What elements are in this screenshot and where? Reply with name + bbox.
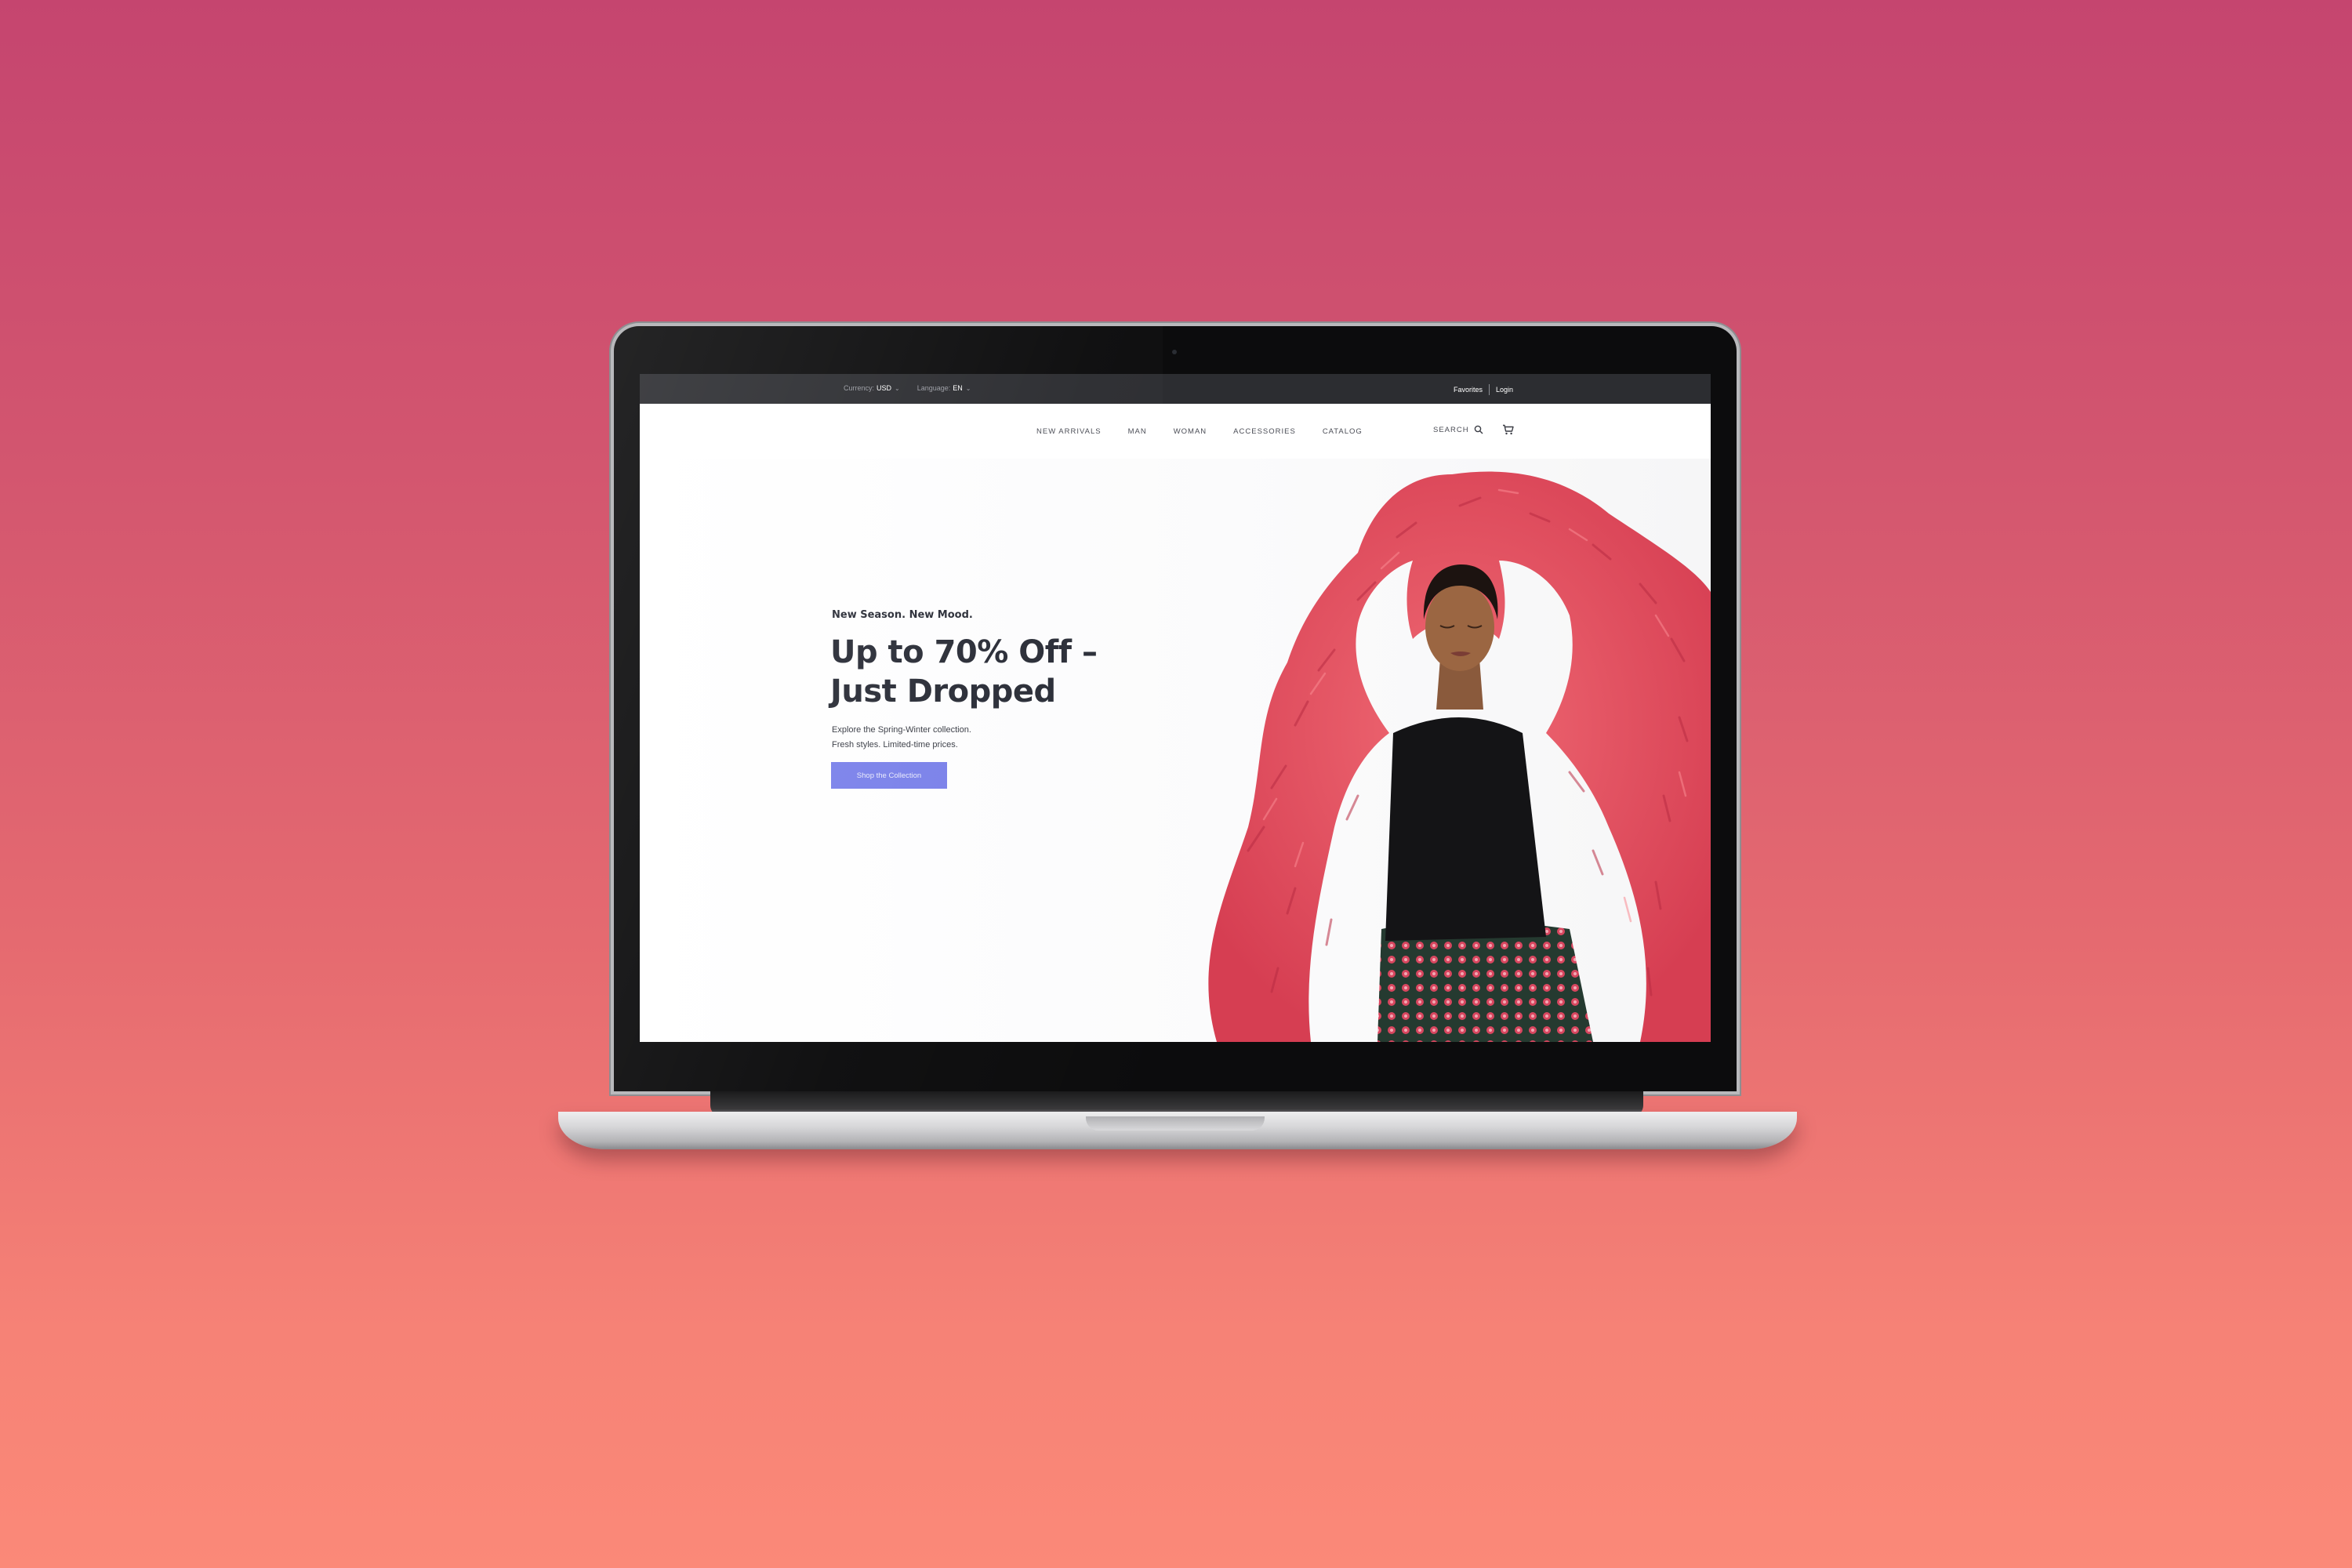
headline-line-2: Just Dropped xyxy=(830,673,1056,710)
nav-item-catalog[interactable]: CATALOG xyxy=(1323,427,1363,436)
nav-item-new-arrivals[interactable]: NEW ARRIVALS xyxy=(1036,427,1102,436)
laptop-mockup: Currency: USD ⌄ Language: EN ⌄ Favorites Log… xyxy=(0,0,2352,1568)
cart-icon xyxy=(1503,424,1514,435)
hero-tagline: New Season. New Mood. xyxy=(832,609,973,621)
headline-line-1: Up to 70% Off – xyxy=(830,634,1098,670)
description-line-2: Fresh styles. Limited-time prices. xyxy=(832,740,958,750)
chevron-down-icon: ⌄ xyxy=(965,385,971,392)
language-value: EN xyxy=(953,384,963,392)
favorites-link[interactable]: Favorites xyxy=(1454,386,1483,394)
hero-description: Explore the Spring-Winter collection. Fr… xyxy=(832,723,1067,753)
search-label: SEARCH xyxy=(1433,425,1469,434)
divider xyxy=(1489,384,1490,395)
search-button[interactable]: SEARCH xyxy=(1433,425,1483,434)
search-icon xyxy=(1474,425,1483,434)
laptop-opening-notch xyxy=(1086,1116,1265,1131)
nav-item-woman[interactable]: WOMAN xyxy=(1174,427,1207,436)
currency-label: Currency: xyxy=(844,384,875,392)
cart-button[interactable] xyxy=(1502,424,1514,439)
language-label: Language: xyxy=(916,384,951,392)
hero-model-image xyxy=(1201,459,1711,1042)
chevron-down-icon: ⌄ xyxy=(895,385,900,392)
webcam xyxy=(1172,350,1177,354)
hero-headline: Up to 70% Off – Just Dropped xyxy=(830,633,1160,711)
website-screen: Currency: USD ⌄ Language: EN ⌄ Favorites Log… xyxy=(640,374,1711,1042)
shop-collection-button[interactable]: Shop the Collection xyxy=(831,762,947,789)
utility-bar: Currency: USD ⌄ Language: EN ⌄ Favorites Log… xyxy=(640,374,1711,404)
nav-item-man[interactable]: MAN xyxy=(1128,427,1147,436)
nav-item-accessories[interactable]: ACCESSORIES xyxy=(1233,427,1296,436)
login-link[interactable]: Login xyxy=(1496,386,1513,394)
currency-selector[interactable]: Currency: USD ⌄ xyxy=(844,384,900,392)
description-line-1: Explore the Spring-Winter collection. xyxy=(832,725,971,735)
language-selector[interactable]: Language: EN ⌄ xyxy=(917,384,971,392)
nav-menu: NEW ARRIVALS MAN WOMAN ACCESSORIES CATAL… xyxy=(1036,427,1363,436)
currency-value: USD xyxy=(877,384,892,392)
main-navigation: NEW ARRIVALS MAN WOMAN ACCESSORIES CATAL… xyxy=(640,404,1711,459)
